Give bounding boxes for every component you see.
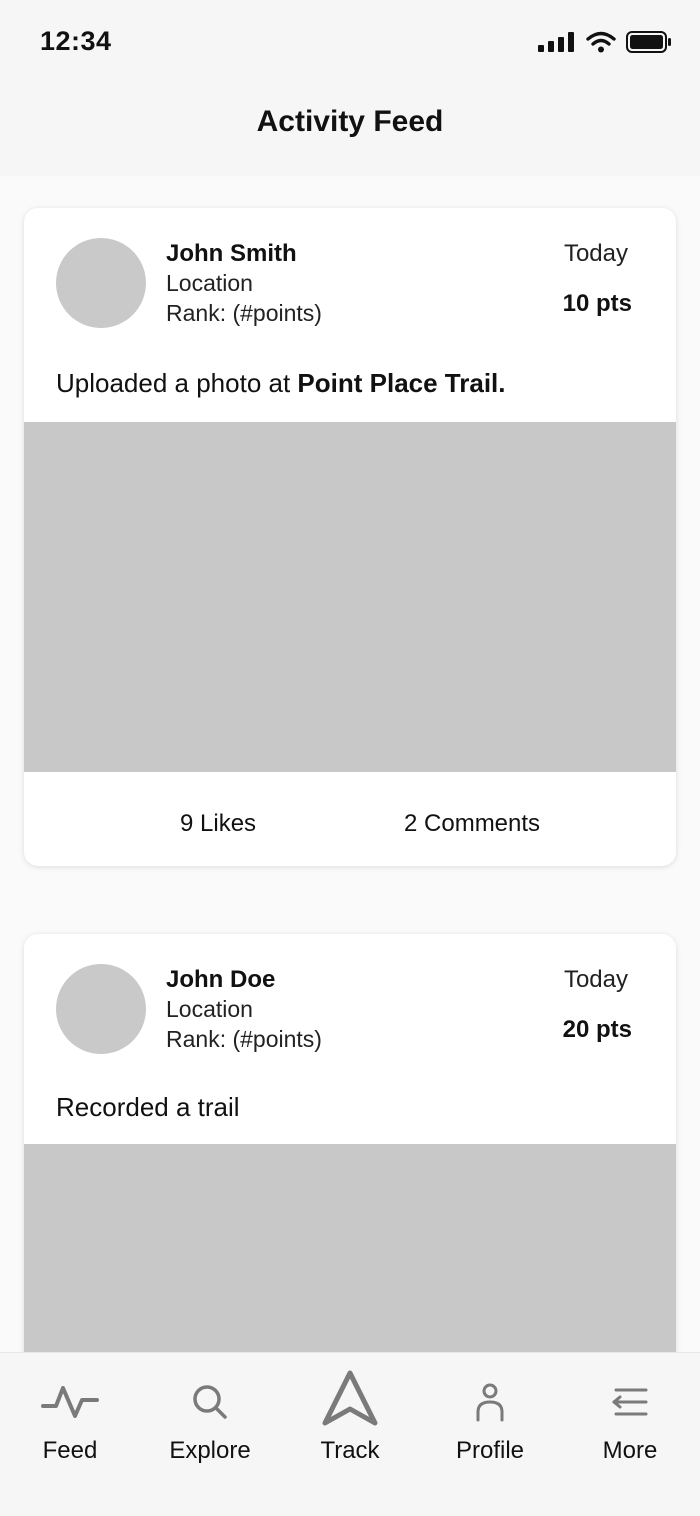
tab-explore[interactable]: Explore [140,1377,280,1477]
status-icons [538,28,672,56]
wifi-icon [586,31,616,53]
post-place-link[interactable]: Point Place Trail. [297,368,505,398]
person-icon [476,1383,504,1422]
tab-label: Feed [42,1437,98,1464]
avatar[interactable] [56,964,146,1054]
post-image-placeholder[interactable] [24,1144,676,1352]
post-action: Uploaded a photo at [56,368,298,398]
activity-feed[interactable]: John Smith Location Rank: (#points) Toda… [0,176,700,1352]
user-rank: Rank: (#points) [166,1026,322,1052]
menu-icon [612,1388,648,1416]
comments-button[interactable]: 2 Comments [404,810,540,838]
tab-label: Profile [455,1437,525,1464]
user-location: Location [166,270,253,296]
post-card[interactable]: John Doe Location Rank: (#points) Today … [24,934,676,1352]
nav-header: Activity Feed [0,84,700,176]
post-points: 20 pts [562,1016,632,1043]
tab-feed[interactable]: Feed [0,1377,140,1477]
tab-more[interactable]: More [560,1377,700,1477]
post-image-placeholder[interactable] [24,422,676,772]
cellular-signal-icon [538,32,574,52]
post-text: Recorded a trail [56,1092,240,1123]
tab-profile[interactable]: Profile [420,1377,560,1477]
user-rank: Rank: (#points) [166,300,322,326]
user-name[interactable]: John Smith [166,240,297,268]
tab-bar: Feed Explore Track Profile More [0,1352,700,1516]
post-date: Today [563,966,628,993]
post-text: Uploaded a photo at Point Place Trail. [56,368,506,399]
page-title: Activity Feed [256,105,444,138]
post-points: 10 pts [562,290,632,317]
tab-track[interactable]: Track [280,1370,420,1477]
tab-label: More [602,1437,658,1464]
status-bar: 12:34 [0,0,700,84]
search-icon [193,1385,227,1419]
user-name[interactable]: John Doe [166,966,275,994]
user-location: Location [166,996,253,1022]
avatar[interactable] [56,238,146,328]
tab-label: Explore [169,1437,251,1464]
post-date: Today [563,240,628,267]
activity-icon [41,1386,99,1418]
navigation-arrow-icon [322,1370,378,1426]
battery-icon [626,31,671,53]
post-card[interactable]: John Smith Location Rank: (#points) Toda… [24,208,676,866]
tab-label: Track [320,1437,380,1464]
status-time: 12:34 [40,26,112,56]
post-action: Recorded a trail [56,1092,240,1122]
likes-button[interactable]: 9 Likes [180,810,256,838]
